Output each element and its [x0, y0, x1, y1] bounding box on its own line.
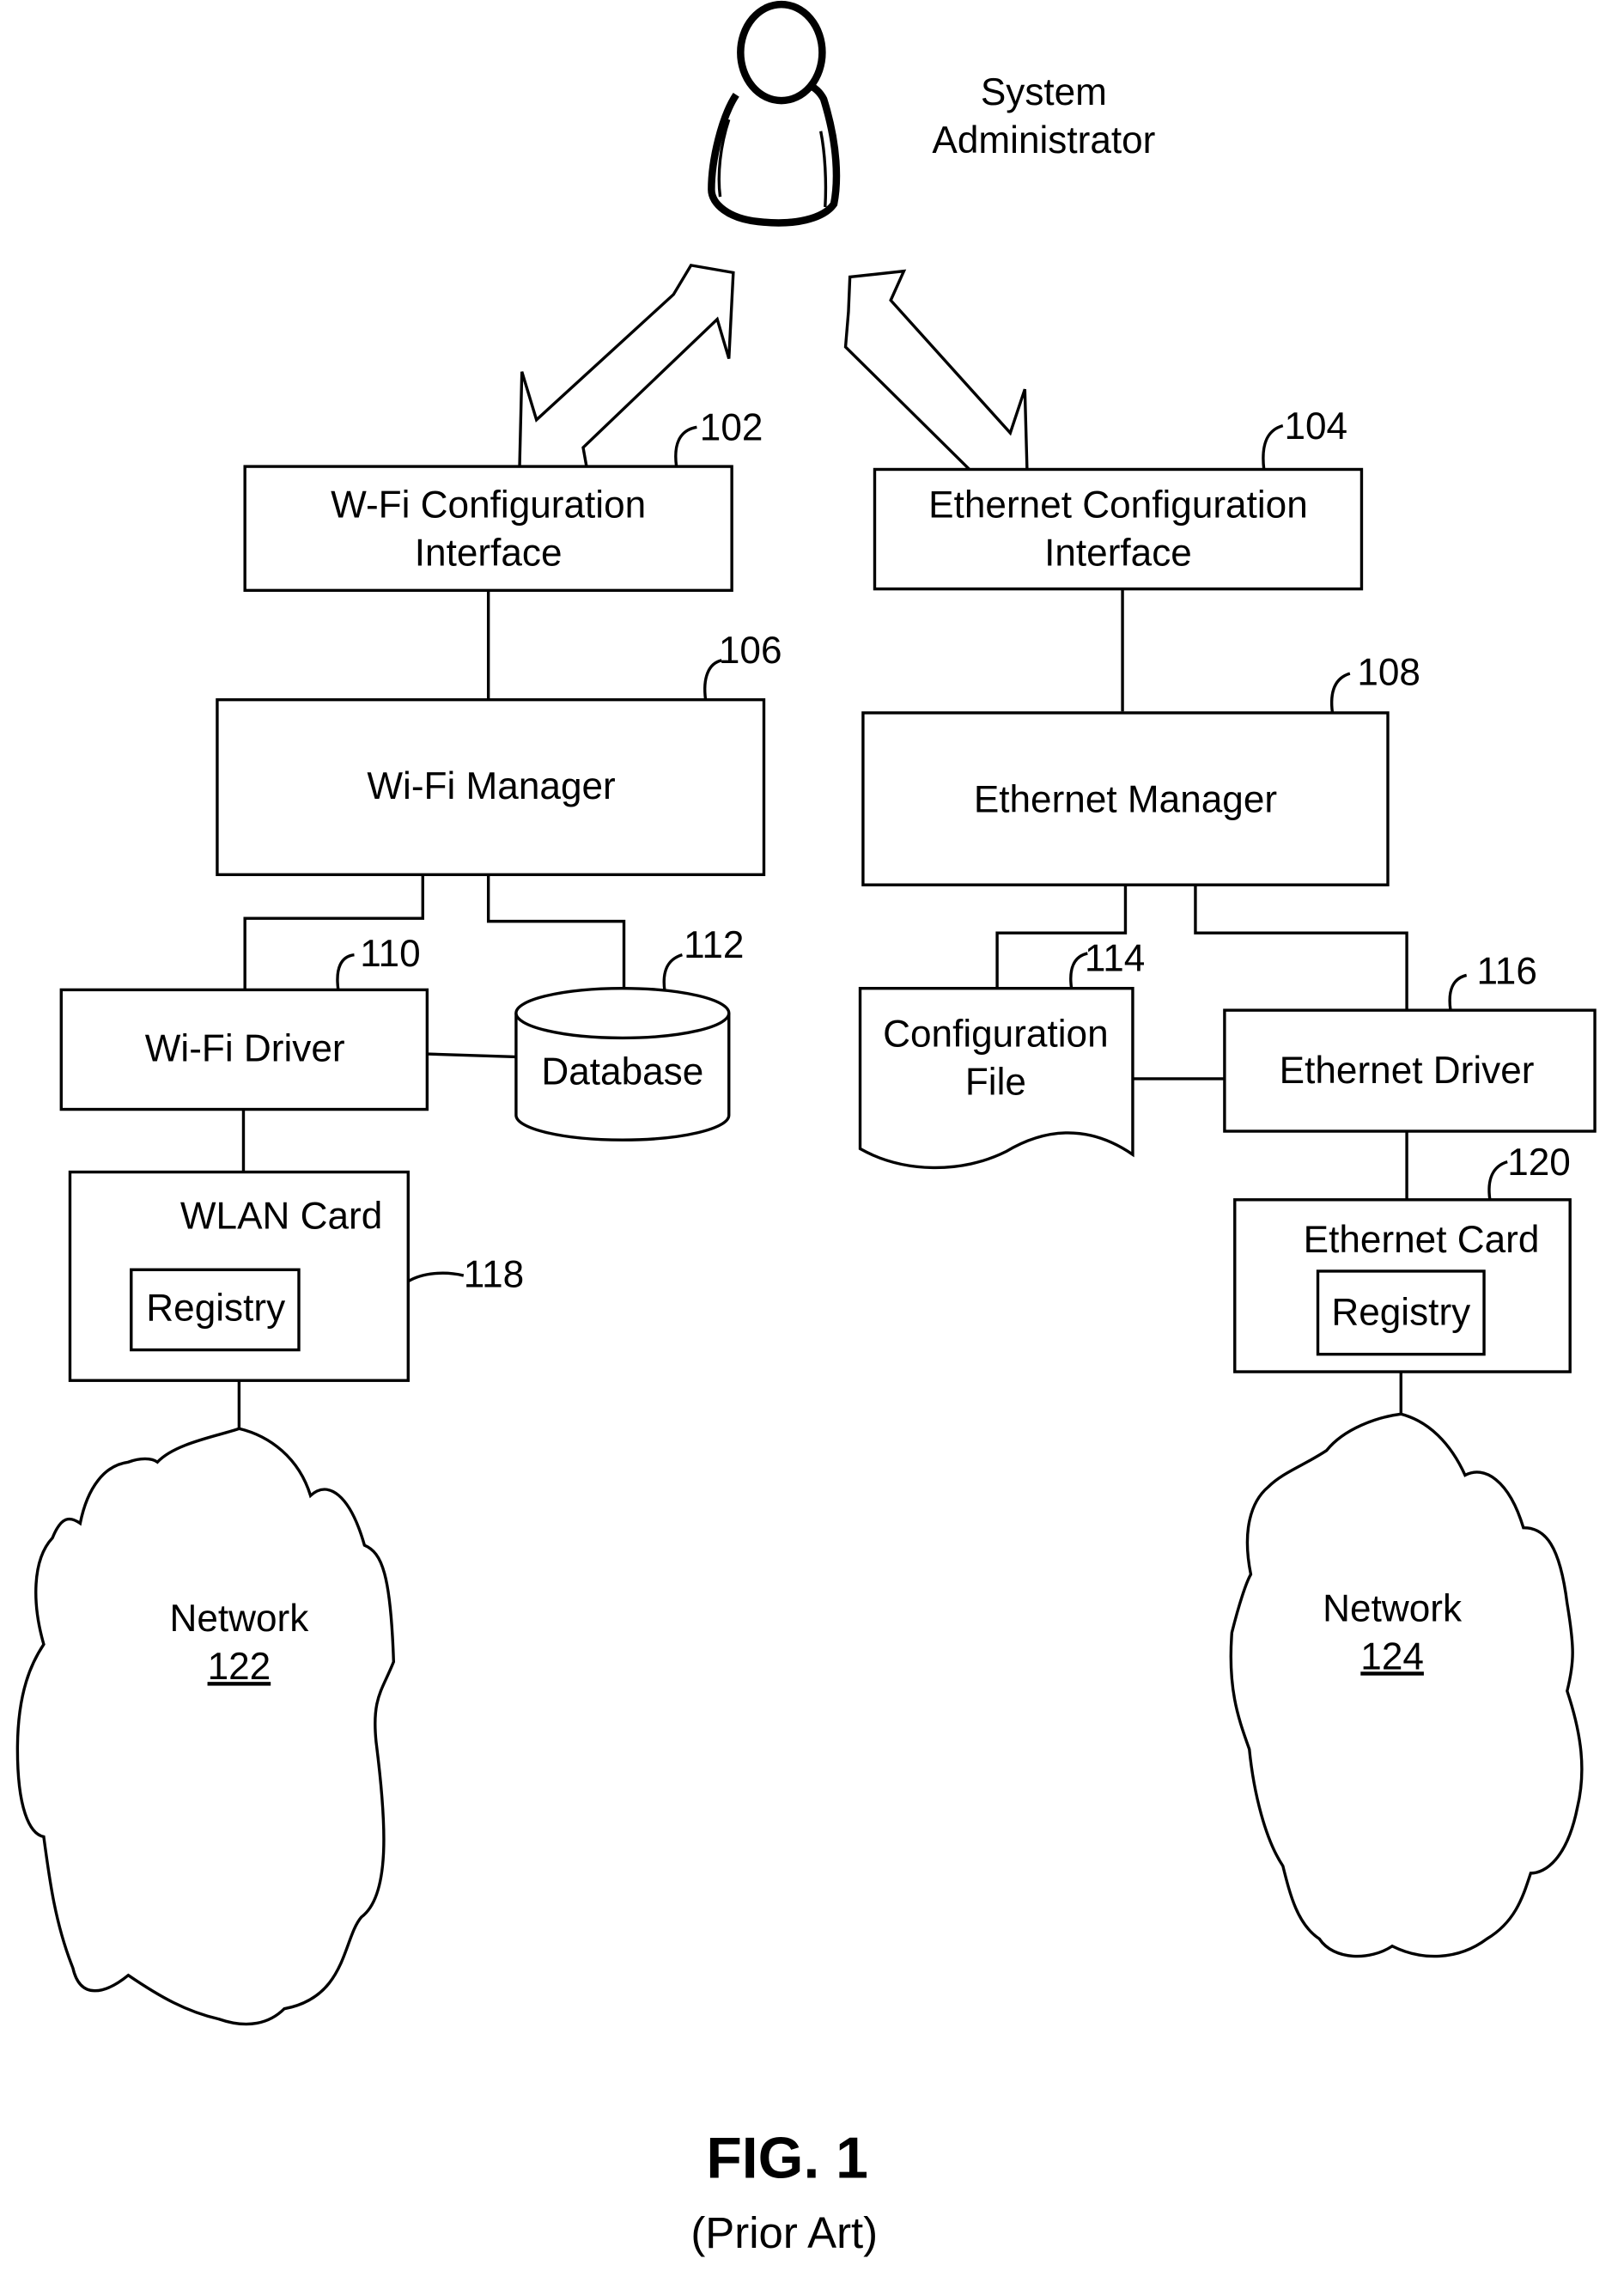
network-right-cloud: Network 124 [1229, 1412, 1584, 1958]
eth-driver-label: Ethernet Driver [1280, 1050, 1535, 1092]
wifi-config-interface-box: W-Fi Configuration Interface [243, 465, 733, 593]
ref-110: 110 [360, 933, 420, 975]
network-left-label: Network [169, 1598, 309, 1640]
ref-leader-120 [1487, 1160, 1508, 1201]
ref-114: 114 [1085, 937, 1145, 979]
connector-wifi-manager-database [486, 874, 626, 989]
config-file-line1: Configuration [883, 1014, 1108, 1056]
ref-118: 118 [464, 1254, 524, 1296]
network-right-ref: 124 [1360, 1635, 1424, 1677]
connector-driver-database [427, 1052, 516, 1059]
ref-leader-110 [336, 953, 355, 990]
wlan-card-box: WLAN Card Registry [68, 1170, 410, 1382]
ref-102: 102 [700, 407, 763, 449]
wifi-manager-label: Wi-Fi Manager [367, 765, 615, 807]
eth-config-line1: Ethernet Configuration [928, 484, 1308, 527]
config-file-line2: File [965, 1062, 1026, 1104]
wifi-config-line2: Interface [415, 533, 563, 575]
database-label: Database [541, 1051, 703, 1093]
eth-card-label: Ethernet Card [1304, 1219, 1540, 1261]
ref-116: 116 [1477, 951, 1537, 993]
ref-106: 106 [719, 630, 782, 672]
ref-112: 112 [684, 924, 744, 966]
eth-manager-box: Ethernet Manager [861, 711, 1390, 886]
actor-label-line1: System [981, 71, 1107, 113]
wifi-driver-label: Wi-Fi Driver [145, 1028, 345, 1070]
person-icon [708, 0, 841, 227]
connector-eth-manager-driver [1194, 885, 1408, 1011]
ref-leader-102 [674, 425, 697, 467]
ref-leader-112 [662, 953, 683, 992]
network-left-ref: 122 [208, 1646, 271, 1688]
config-file-document: Configuration File [858, 986, 1134, 1170]
eth-config-interface-box: Ethernet Configuration Interface [873, 467, 1364, 591]
figure-subtitle: (Prior Art) [690, 2208, 878, 2257]
diagram: System Administrator W-Fi Configuration … [15, 0, 1597, 2257]
ref-108: 108 [1357, 652, 1420, 694]
wifi-config-line1: W-Fi Configuration [331, 484, 646, 527]
ref-leader-104 [1262, 423, 1284, 470]
eth-manager-label: Ethernet Manager [974, 778, 1277, 820]
eth-config-line2: Interface [1044, 533, 1192, 575]
actor-label-line2: Administrator [932, 119, 1155, 161]
wifi-manager-box: Wi-Fi Manager [216, 697, 766, 877]
ref-104: 104 [1284, 405, 1347, 447]
eth-card-box: Ethernet Card Registry [1233, 1198, 1572, 1373]
ref-leader-108 [1330, 672, 1351, 714]
database-cylinder: Database [514, 986, 731, 1142]
wlan-card-label: WLAN Card [180, 1196, 382, 1238]
figure-title: FIG. 1 [706, 2127, 868, 2191]
ref-120: 120 [1507, 1142, 1571, 1184]
wifi-driver-box: Wi-Fi Driver [59, 988, 429, 1111]
eth-driver-box: Ethernet Driver [1223, 1008, 1597, 1133]
ref-leader-118 [407, 1271, 465, 1283]
eth-registry-label: Registry [1331, 1292, 1470, 1334]
wlan-registry-label: Registry [146, 1288, 285, 1330]
network-right-label: Network [1323, 1587, 1463, 1629]
ref-leader-116 [1448, 973, 1468, 1011]
network-left-cloud: Network 122 [15, 1427, 396, 2026]
